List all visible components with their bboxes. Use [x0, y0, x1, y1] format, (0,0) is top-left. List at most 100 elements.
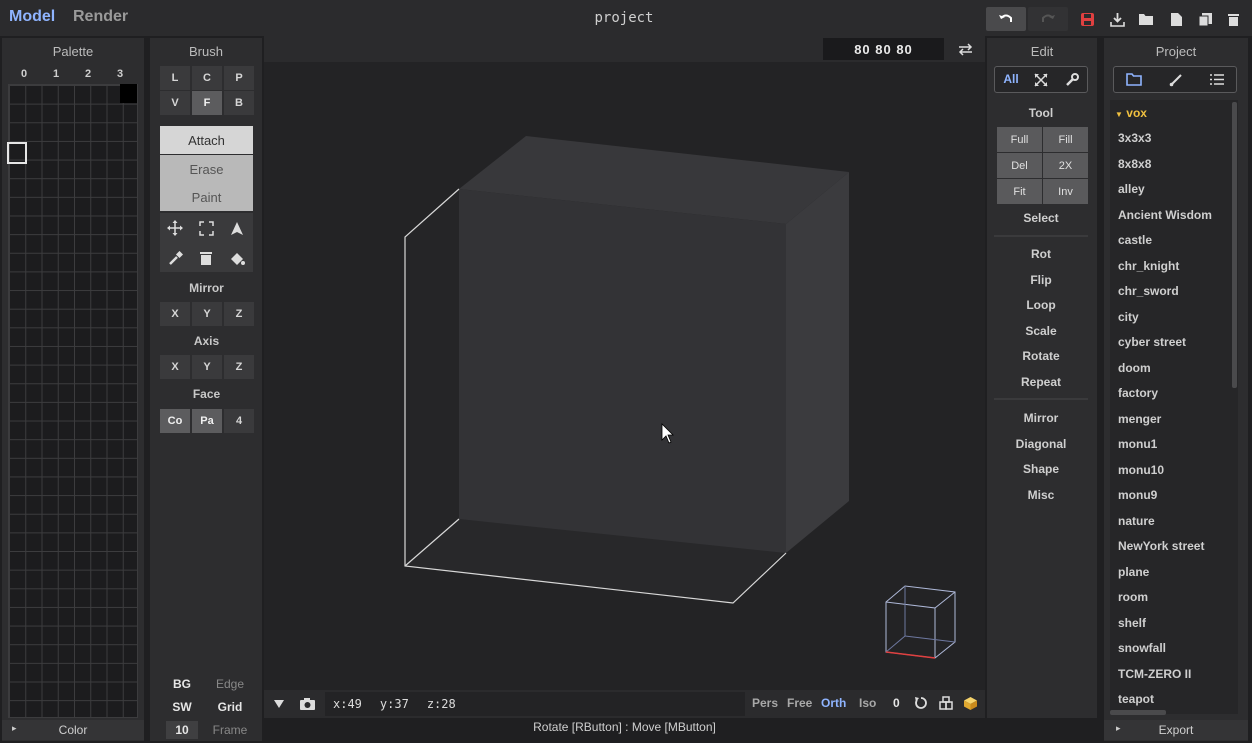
project-list-hscrollbar[interactable] [1110, 710, 1166, 715]
free-button[interactable]: Free [787, 696, 812, 710]
project-file-item[interactable]: TCM-ZERO II [1118, 667, 1191, 681]
reset-view-button[interactable] [912, 694, 930, 712]
save-button[interactable] [1076, 8, 1098, 30]
palette-grid[interactable] [8, 84, 138, 718]
rotate-item[interactable]: Rotate [994, 349, 1088, 363]
project-tab-brushes[interactable] [1164, 69, 1188, 90]
axis-z-button[interactable]: Z [224, 355, 254, 379]
project-file-item[interactable]: chr_knight [1118, 259, 1179, 273]
import-button[interactable] [1106, 8, 1128, 30]
project-file-item[interactable]: shelf [1118, 616, 1146, 630]
repeat-item[interactable]: Repeat [994, 375, 1088, 389]
scale-item[interactable]: Scale [994, 324, 1088, 338]
bg-toggle[interactable]: BG [160, 675, 204, 693]
project-file-item[interactable]: monu10 [1118, 463, 1164, 477]
project-file-item[interactable]: monu9 [1118, 488, 1157, 502]
undo-button[interactable] [986, 7, 1026, 31]
project-footer[interactable]: ▸ Export [1104, 720, 1248, 740]
project-file-item[interactable]: alley [1118, 182, 1145, 196]
face-pa-button[interactable]: Pa [192, 409, 222, 433]
project-file-item[interactable]: snowfall [1118, 641, 1166, 655]
project-file-item[interactable]: 8x8x8 [1118, 157, 1151, 171]
tab-model[interactable]: Model [9, 8, 55, 26]
erase-button[interactable]: Erase [160, 155, 253, 183]
viewport-menu-button[interactable] [268, 694, 290, 714]
project-file-item[interactable]: nature [1118, 514, 1155, 528]
project-file-item[interactable]: cyber street [1118, 335, 1186, 349]
project-file-item[interactable]: doom [1118, 361, 1151, 375]
mirror-x-button[interactable]: X [160, 302, 190, 326]
axis-x-button[interactable]: X [160, 355, 190, 379]
3d-viewport[interactable] [264, 62, 985, 690]
project-file-item[interactable]: room [1118, 590, 1148, 604]
folder-vox[interactable]: ▼ vox [1115, 106, 1147, 120]
delete-button[interactable] [1222, 8, 1244, 30]
project-file-item[interactable]: monu1 [1118, 437, 1157, 451]
mirror-y-button[interactable]: Y [192, 302, 222, 326]
face-co-button[interactable]: Co [160, 409, 190, 433]
project-file-item[interactable]: castle [1118, 233, 1152, 247]
diagonal-item[interactable]: Diagonal [994, 437, 1088, 451]
model-dimensions-field[interactable]: 80 80 80 [823, 38, 944, 60]
edit-filter-all[interactable]: All [998, 69, 1024, 90]
axis-y-button[interactable]: Y [192, 355, 222, 379]
brush-shape-f[interactable]: F [192, 91, 222, 115]
grid-toggle[interactable]: Grid [208, 698, 252, 716]
double-button[interactable]: 2X [1043, 153, 1088, 178]
select-label[interactable]: Select [994, 211, 1088, 225]
clear-tool-button[interactable] [191, 243, 221, 273]
shape-item[interactable]: Shape [994, 462, 1088, 476]
pointer-tool-button[interactable] [222, 213, 252, 243]
brush-shape-v[interactable]: V [160, 91, 190, 115]
project-file-item[interactable]: factory [1118, 386, 1158, 400]
project-file-item[interactable]: plane [1118, 565, 1149, 579]
mirror-item[interactable]: Mirror [994, 411, 1088, 425]
brush-shape-l[interactable]: L [160, 66, 190, 90]
open-button[interactable] [1135, 8, 1157, 30]
frame-value-field[interactable]: 10 [166, 721, 198, 739]
edit-filter-tools[interactable] [1062, 70, 1082, 90]
cube-view-button[interactable] [961, 694, 979, 712]
brush-shape-b[interactable]: B [224, 91, 254, 115]
orientation-gizmo[interactable] [885, 585, 956, 659]
pers-button[interactable]: Pers [752, 696, 778, 710]
mirror-z-button[interactable]: Z [224, 302, 254, 326]
palette-color-swatch[interactable] [120, 84, 137, 103]
rot-item[interactable]: Rot [994, 247, 1088, 261]
edge-toggle[interactable]: Edge [208, 675, 252, 693]
palette-page-1[interactable]: 1 [40, 68, 72, 80]
full-button[interactable]: Full [997, 127, 1042, 152]
frame-toggle[interactable]: Frame [208, 721, 252, 739]
project-file-item[interactable]: menger [1118, 412, 1161, 426]
fit-button[interactable]: Fit [997, 179, 1042, 204]
project-file-item[interactable]: teapot [1118, 692, 1154, 706]
palette-page-3[interactable]: 3 [104, 68, 136, 80]
redo-button[interactable] [1028, 7, 1068, 31]
flip-item[interactable]: Flip [994, 273, 1088, 287]
new-file-button[interactable] [1165, 8, 1187, 30]
attach-button[interactable]: Attach [160, 126, 253, 154]
project-file-item[interactable]: 3x3x3 [1118, 131, 1151, 145]
fill-button[interactable]: Fill [1043, 127, 1088, 152]
fill-tool-button[interactable] [222, 243, 252, 273]
select-tool-button[interactable] [191, 213, 221, 243]
orth-button[interactable]: Orth [821, 696, 846, 710]
project-tab-files[interactable] [1122, 69, 1146, 90]
move-tool-button[interactable] [160, 213, 190, 243]
project-file-item[interactable]: chr_sword [1118, 284, 1179, 298]
edit-filter-transform[interactable] [1031, 70, 1051, 90]
brush-shape-p[interactable]: P [224, 66, 254, 90]
iso-button[interactable]: Iso [859, 696, 876, 710]
duplicate-button[interactable] [1194, 8, 1216, 30]
grid-view-button[interactable] [937, 694, 955, 712]
project-file-item[interactable]: Ancient Wisdom [1118, 208, 1212, 222]
face-4-button[interactable]: 4 [224, 409, 254, 433]
palette-page-0[interactable]: 0 [8, 68, 40, 80]
screenshot-button[interactable] [296, 694, 318, 714]
inv-button[interactable]: Inv [1043, 179, 1088, 204]
project-tab-list[interactable] [1205, 69, 1229, 90]
tab-render[interactable]: Render [73, 8, 128, 26]
paint-button[interactable]: Paint [160, 183, 253, 211]
project-file-item[interactable]: city [1118, 310, 1139, 324]
swap-button[interactable] [954, 39, 976, 59]
